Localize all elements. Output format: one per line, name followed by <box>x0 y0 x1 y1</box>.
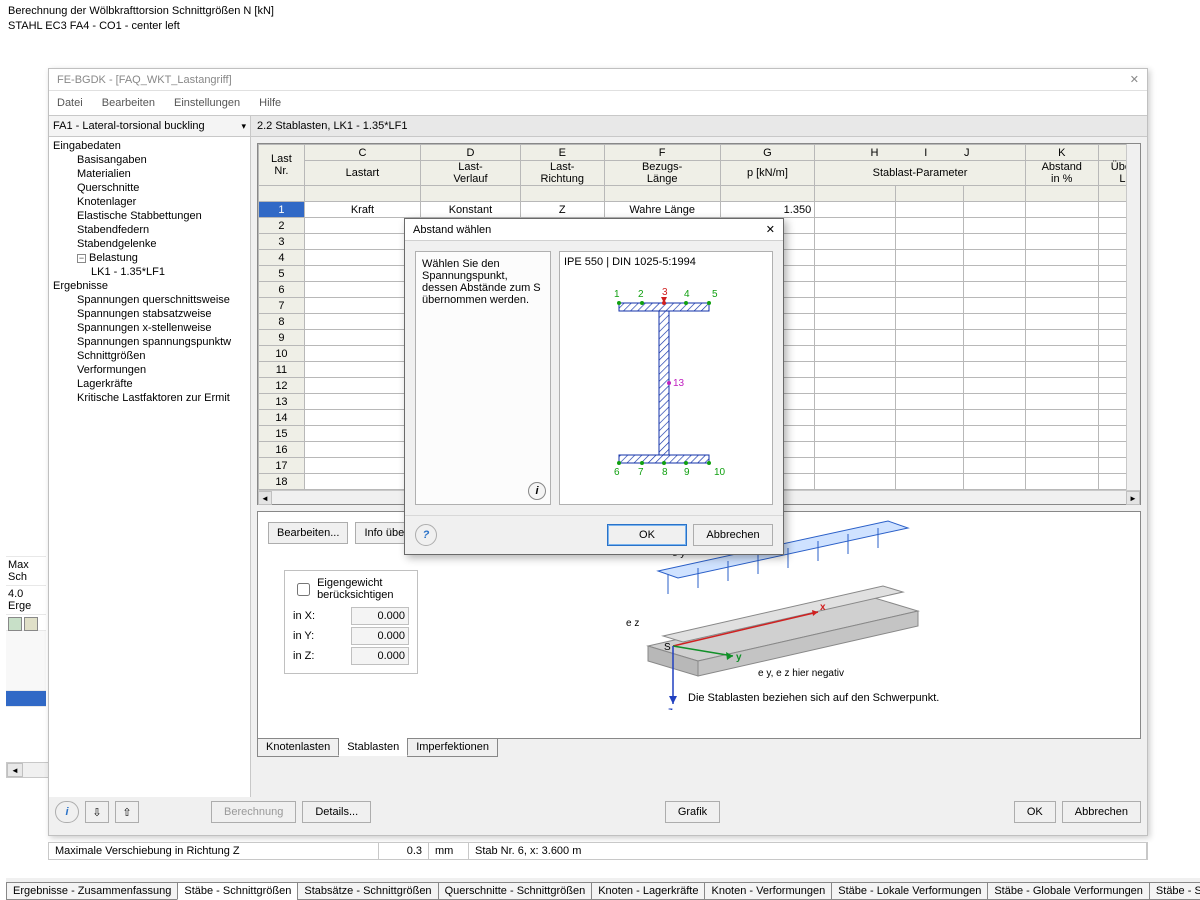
result-tabs[interactable]: Ergebnisse - Zusammenfassung Stäbe - Sch… <box>6 878 1200 900</box>
section-graphic[interactable]: 1 2 3 4 5 6 7 8 9 10 13 <box>564 268 764 488</box>
rtab[interactable]: Knoten - Verformungen <box>704 882 832 900</box>
menu-bar: Datei Bearbeiten Einstellungen Hilfe <box>49 91 1147 115</box>
iny-field[interactable] <box>351 627 409 645</box>
tree-item[interactable]: Schnittgrößen <box>49 349 250 363</box>
profile-label: IPE 550 | DIN 1025-5:1994 <box>564 256 768 268</box>
rtab[interactable]: Querschnitte - Schnittgrößen <box>438 882 593 900</box>
tree-ergebnisse[interactable]: Ergebnisse <box>49 279 250 293</box>
svg-text:10: 10 <box>714 467 726 478</box>
svg-text:e y, e z hier negativ: e y, e z hier negativ <box>758 668 844 679</box>
calc-button[interactable]: Berechnung <box>211 801 296 823</box>
doc-line2: STAHL EC3 FA4 - CO1 - center left <box>8 19 1192 34</box>
status-bar: Maximale Verschiebung in Richtung Z 0.3 … <box>48 842 1148 860</box>
tree-item[interactable]: Verformungen <box>49 363 250 377</box>
frag-max: Max Sch <box>6 556 46 586</box>
import-icon[interactable]: ⇧ <box>115 801 139 823</box>
window-title: FE-BGDK - [FAQ_WKT_Lastangriff] <box>57 69 232 90</box>
svg-text:y: y <box>736 652 742 663</box>
tab-knotenlasten[interactable]: Knotenlasten <box>257 739 339 757</box>
ok-button[interactable]: OK <box>1014 801 1056 823</box>
tree-item[interactable]: Stabendgelenke <box>49 237 250 251</box>
tree-item[interactable]: Materialien <box>49 167 250 181</box>
dialog-help-icon[interactable]: ? <box>415 524 437 546</box>
rtab[interactable]: Stäbe - Stabkennzahlen <box>1149 882 1200 900</box>
svg-text:2: 2 <box>638 289 644 300</box>
case-combo[interactable]: FA1 - Lateral-torsional buckling▾ <box>49 116 251 136</box>
abstand-dialog: Abstand wählen ✕ Wählen Sie den Spannung… <box>404 218 784 555</box>
col-last-nr: Last Nr. <box>259 145 305 186</box>
tree-item[interactable]: Knotenlager <box>49 195 250 209</box>
tree-item[interactable]: Lagerkräfte <box>49 377 250 391</box>
svg-text:6: 6 <box>614 467 620 478</box>
svg-text:S: S <box>664 642 671 653</box>
table-heading: 2.2 Stablasten, LK1 - 1.35*LF1 <box>251 116 1147 136</box>
export-icon[interactable]: ⇩ <box>85 801 109 823</box>
dialog-cancel-button[interactable]: Abbrechen <box>693 524 773 546</box>
menu-file[interactable]: Datei <box>57 97 83 109</box>
inz-field[interactable] <box>351 647 409 665</box>
grid-vscroll[interactable] <box>1126 144 1140 490</box>
rtab[interactable]: Stäbe - Globale Verformungen <box>987 882 1150 900</box>
details-button[interactable]: Details... <box>302 801 371 823</box>
tree-item[interactable]: Spannungen spannungspunktw <box>49 335 250 349</box>
grafik-button[interactable]: Grafik <box>665 801 720 823</box>
svg-text:x: x <box>820 602 826 613</box>
help-icon[interactable]: i <box>55 801 79 823</box>
rtab[interactable]: Stäbe - Lokale Verformungen <box>831 882 988 900</box>
rtab[interactable]: Stäbe - Schnittgrößen <box>177 882 298 900</box>
svg-text:9: 9 <box>684 467 690 478</box>
menu-settings[interactable]: Einstellungen <box>174 97 240 109</box>
svg-text:7: 7 <box>638 467 644 478</box>
menu-help[interactable]: Hilfe <box>259 97 281 109</box>
close-icon[interactable]: ✕ <box>766 219 775 240</box>
doc-line1: Berechnung der Wölbkrafttorsion Schnittg… <box>8 4 1192 19</box>
frag-res: 4.0 Erge <box>6 586 46 615</box>
tab-imperfektionen[interactable]: Imperfektionen <box>407 739 498 757</box>
dialog-ok-button[interactable]: OK <box>607 524 687 546</box>
dialog-title: Abstand wählen <box>413 219 491 240</box>
iso-note: Die Stablasten beziehen sich auf den Sch… <box>688 692 939 704</box>
menu-edit[interactable]: Bearbeiten <box>102 97 155 109</box>
svg-text:4: 4 <box>684 289 690 300</box>
svg-text:5: 5 <box>712 289 718 300</box>
tree-item[interactable]: Kritische Lastfaktoren zur Ermit <box>49 391 250 405</box>
edit-button[interactable]: Bearbeiten... <box>268 522 348 544</box>
svg-text:z: z <box>668 706 673 710</box>
rtab[interactable]: Stabsätze - Schnittgrößen <box>297 882 438 900</box>
close-icon[interactable]: ✕ <box>1130 69 1139 90</box>
tree-item[interactable]: Stabendfedern <box>49 223 250 237</box>
nav-tree[interactable]: Eingabedaten Basisangaben Materialien Qu… <box>49 137 251 797</box>
cancel-button[interactable]: Abbrechen <box>1062 801 1141 823</box>
tree-item[interactable]: Querschnitte <box>49 181 250 195</box>
tree-item[interactable]: Spannungen querschnittsweise <box>49 293 250 307</box>
rtab[interactable]: Knoten - Lagerkräfte <box>591 882 705 900</box>
tree-eingabedaten[interactable]: Eingabedaten <box>49 139 250 153</box>
tree-item[interactable]: Basisangaben <box>49 153 250 167</box>
inx-field[interactable] <box>351 607 409 625</box>
svg-text:13: 13 <box>673 378 685 389</box>
svg-text:e z: e z <box>626 618 639 629</box>
svg-text:1: 1 <box>614 289 620 300</box>
tree-lk1[interactable]: LK1 - 1.35*LF1 <box>49 265 250 279</box>
tree-item[interactable]: Spannungen x-stellenweise <box>49 321 250 335</box>
dialog-text: Wählen Sie den Spannungspunkt, dessen Ab… <box>422 258 544 306</box>
eigengewicht-checkbox[interactable]: Eigengewicht berücksichtigen <box>293 577 409 601</box>
tree-belastung[interactable]: −Belastung <box>49 251 250 265</box>
rtab[interactable]: Ergebnisse - Zusammenfassung <box>6 882 178 900</box>
chevron-down-icon: ▾ <box>241 121 246 132</box>
info-icon[interactable]: i <box>528 482 546 500</box>
table-row[interactable]: 1 Kraft Konstant Z Wahre Länge 1.350 0.0… <box>259 202 1127 218</box>
tab-stablasten[interactable]: Stablasten <box>338 738 408 756</box>
svg-text:3: 3 <box>662 287 668 298</box>
tree-item[interactable]: Elastische Stabbettungen <box>49 209 250 223</box>
tree-item[interactable]: Spannungen stabsatzweise <box>49 307 250 321</box>
svg-text:8: 8 <box>662 467 668 478</box>
